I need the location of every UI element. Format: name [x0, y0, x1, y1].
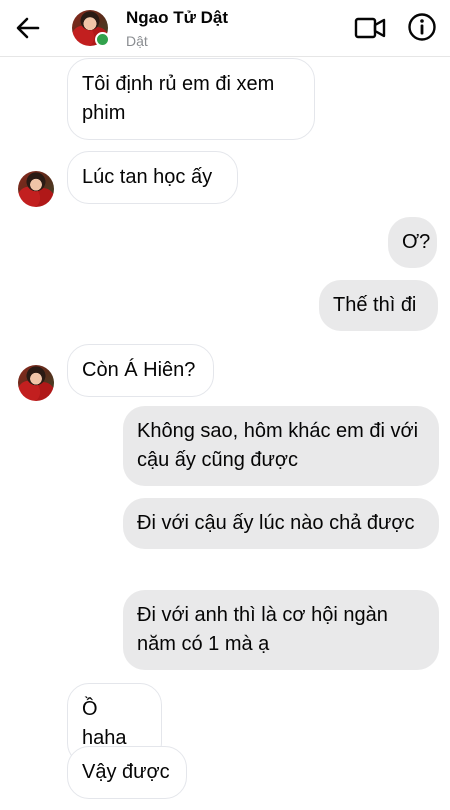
contact-avatar[interactable]	[72, 10, 110, 47]
message-bubble-outgoing[interactable]: Không sao, hôm khác em đi với cậu ấy cũn…	[123, 406, 439, 486]
message-bubble-outgoing[interactable]: Thế thì đi	[319, 280, 438, 331]
message-bubble-outgoing[interactable]: Đi với anh thì là cơ hội ngàn năm có 1 m…	[123, 590, 439, 670]
sender-avatar[interactable]	[18, 171, 54, 207]
video-call-icon[interactable]	[354, 14, 386, 42]
contact-subtitle: Dật	[126, 33, 148, 49]
message-bubble-outgoing[interactable]: Đi với cậu ấy lúc nào chả được	[123, 498, 439, 549]
message-bubble-incoming[interactable]: Còn Á Hiên?	[67, 344, 214, 397]
sender-avatar[interactable]	[18, 365, 54, 401]
contact-name[interactable]: Ngao Tử Dật	[126, 8, 228, 28]
message-bubble-outgoing[interactable]: Ơ?	[388, 217, 437, 268]
message-bubble-incoming[interactable]: Vậy được	[67, 746, 187, 799]
chat-header: Ngao Tử Dật Dật	[0, 0, 450, 57]
message-bubble-incoming[interactable]: Lúc tan học ấy	[67, 151, 238, 204]
info-icon[interactable]	[407, 12, 437, 42]
arrow-left-icon[interactable]	[14, 14, 42, 42]
message-bubble-incoming[interactable]: Tôi định rủ em đi xem phim	[67, 58, 315, 140]
online-status-dot	[95, 32, 110, 47]
